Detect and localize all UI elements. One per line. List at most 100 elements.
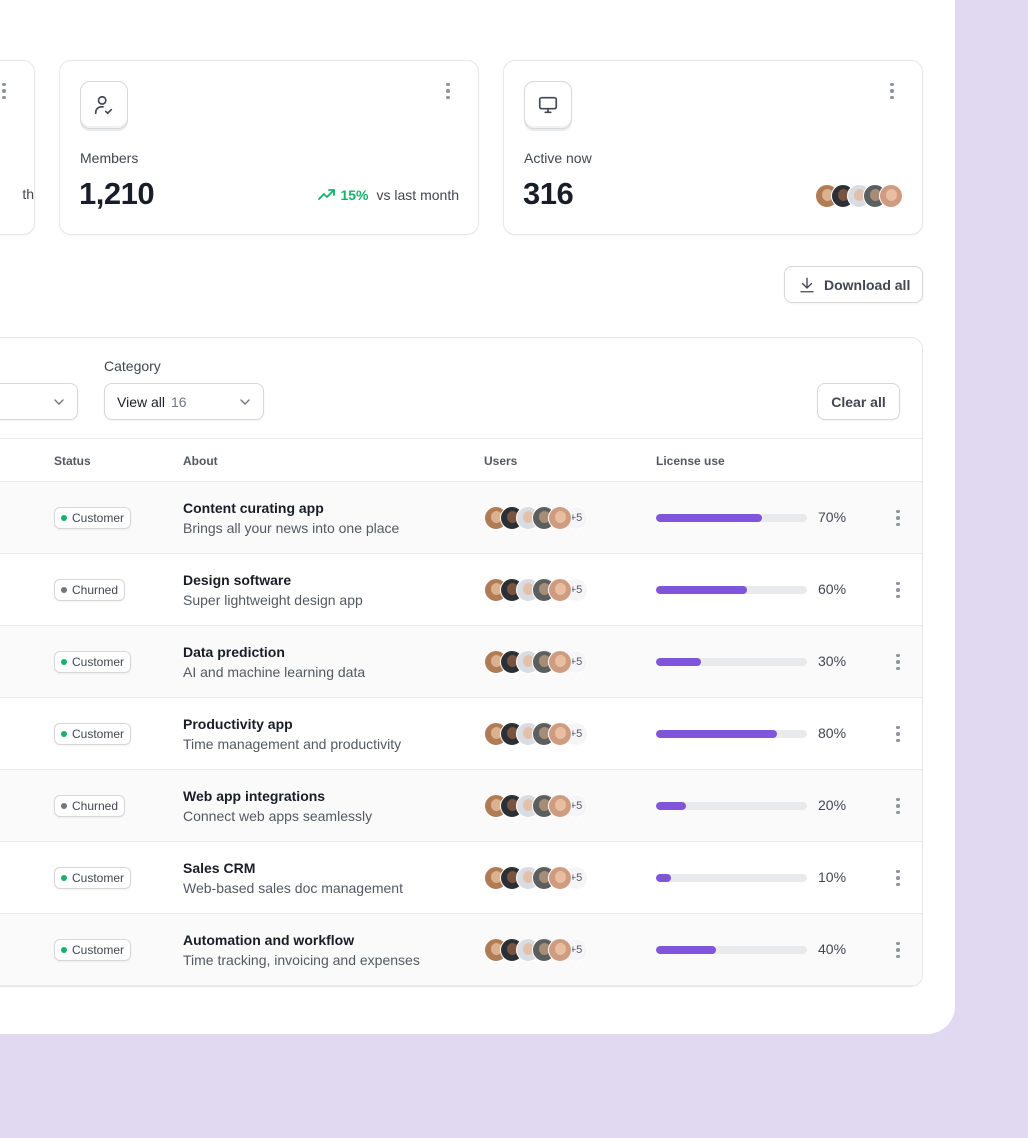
status-badge: Customer xyxy=(54,939,132,961)
card-menu-icon[interactable] xyxy=(882,81,902,101)
row-title: Productivity app xyxy=(183,716,293,732)
license-progress-bar xyxy=(656,802,807,810)
license-progress-bar xyxy=(656,586,807,594)
table-row[interactable]: Customer Productivity app Time management … xyxy=(0,698,922,770)
users-avatar-stack: +5 xyxy=(484,650,588,674)
row-title: Data prediction xyxy=(183,644,285,660)
row-menu-icon[interactable] xyxy=(888,940,908,960)
license-progress-bar xyxy=(656,514,807,522)
status-dot xyxy=(61,731,67,737)
header-users[interactable]: Users xyxy=(484,454,517,468)
license-progress-bar xyxy=(656,874,807,882)
row-menu-icon[interactable] xyxy=(888,796,908,816)
table-header: Status About Users License use xyxy=(0,438,922,482)
status-dot xyxy=(61,803,67,809)
status-dot xyxy=(61,875,67,881)
users-avatar-stack: +5 xyxy=(484,578,588,602)
license-progress-bar xyxy=(656,946,807,954)
license-progress-fill xyxy=(656,514,762,522)
license-progress-fill xyxy=(656,874,672,882)
users-avatar-stack: +5 xyxy=(484,938,588,962)
metric-card-active: Active now 316 xyxy=(503,60,923,235)
category-select-value: View all xyxy=(117,393,165,410)
status-label: Churned xyxy=(72,799,119,813)
metric-card-partial: th xyxy=(0,60,35,235)
avatar xyxy=(548,866,572,890)
status-label: Customer xyxy=(72,943,125,957)
companies-table: Category View all 16 Clear all Status Ab… xyxy=(0,337,923,987)
card-menu-icon[interactable] xyxy=(0,81,14,101)
users-avatar-stack: +5 xyxy=(484,722,588,746)
header-license-use[interactable]: License use xyxy=(656,454,725,468)
table-row[interactable]: Customer Content curating app Brings all y… xyxy=(0,482,922,554)
download-all-button[interactable]: Download all xyxy=(784,266,923,303)
header-about[interactable]: About xyxy=(183,454,218,468)
row-description: Time management and productivity xyxy=(183,736,402,752)
category-select[interactable]: View all 16 xyxy=(104,383,264,420)
table-row[interactable]: Customer Sales CRM Web-based sales doc man… xyxy=(0,842,922,914)
table-row[interactable]: Customer Automation and workflow Time trac… xyxy=(0,914,922,986)
status-label: Customer xyxy=(72,727,125,741)
table-row[interactable]: Churned Web app integrations Connect web a… xyxy=(0,770,922,842)
table-row[interactable]: Churned Design software Super lightweight … xyxy=(0,554,922,626)
trend-caption: vs last month xyxy=(376,187,459,203)
status-badge: Customer xyxy=(54,507,132,529)
license-percent: 80% xyxy=(818,725,847,741)
metric-label: Active now xyxy=(524,150,592,166)
row-description: Connect web apps seamlessly xyxy=(183,808,373,824)
license-percent: 70% xyxy=(818,509,847,525)
status-dot xyxy=(61,947,67,953)
license-progress-bar xyxy=(656,658,807,666)
card-partial-text: th xyxy=(22,186,34,202)
chevron-down-icon xyxy=(240,399,250,405)
trend-up-icon xyxy=(318,189,336,200)
row-menu-icon[interactable] xyxy=(888,868,908,888)
clear-all-button[interactable]: Clear all xyxy=(817,383,900,420)
trend-percent: 15% xyxy=(340,187,369,203)
row-description: Super lightweight design app xyxy=(183,592,363,608)
license-percent: 60% xyxy=(818,581,847,597)
monitor-icon xyxy=(524,81,572,129)
status-label: Customer xyxy=(72,511,125,525)
license-progress-bar xyxy=(656,730,807,738)
users-avatar-stack: +5 xyxy=(484,794,588,818)
metric-value: 316 xyxy=(523,176,574,211)
table-row[interactable]: Customer Data prediction AI and machine le… xyxy=(0,626,922,698)
status-badge: Customer xyxy=(54,651,132,673)
license-progress-fill xyxy=(656,946,717,954)
license-percent: 20% xyxy=(818,797,847,813)
license-progress-fill xyxy=(656,658,702,666)
row-title: Sales CRM xyxy=(183,860,256,876)
chevron-down-icon xyxy=(54,399,64,405)
row-menu-icon[interactable] xyxy=(888,580,908,600)
row-description: AI and machine learning data xyxy=(183,664,366,680)
license-percent: 10% xyxy=(818,869,847,885)
status-badge: Churned xyxy=(54,795,126,817)
row-description: Brings all your news into one place xyxy=(183,520,400,536)
status-badge: Customer xyxy=(54,867,132,889)
header-status[interactable]: Status xyxy=(54,454,91,468)
row-title: Design software xyxy=(183,572,292,588)
row-menu-icon[interactable] xyxy=(888,652,908,672)
category-count: 16 xyxy=(171,393,187,410)
status-dot xyxy=(61,515,67,521)
status-label: Customer xyxy=(72,871,125,885)
status-label: Customer xyxy=(72,655,125,669)
dashboard-panel: th Members 1,210 15% vs last month Activ… xyxy=(0,0,955,1034)
avatar xyxy=(548,722,572,746)
avatar xyxy=(879,184,903,208)
row-menu-icon[interactable] xyxy=(888,724,908,744)
avatar xyxy=(548,938,572,962)
user-check-icon xyxy=(80,81,128,129)
category-filter-label: Category xyxy=(104,358,161,374)
filter-bar: Category View all 16 Clear all xyxy=(0,338,922,438)
card-menu-icon[interactable] xyxy=(438,81,458,101)
status-badge: Customer xyxy=(54,723,132,745)
status-dot xyxy=(61,587,67,593)
download-all-label: Download all xyxy=(824,276,911,293)
filter-select-partial[interactable] xyxy=(0,383,78,420)
license-percent: 40% xyxy=(818,941,847,957)
status-dot xyxy=(61,659,67,665)
row-menu-icon[interactable] xyxy=(888,508,908,528)
row-title: Content curating app xyxy=(183,500,324,516)
